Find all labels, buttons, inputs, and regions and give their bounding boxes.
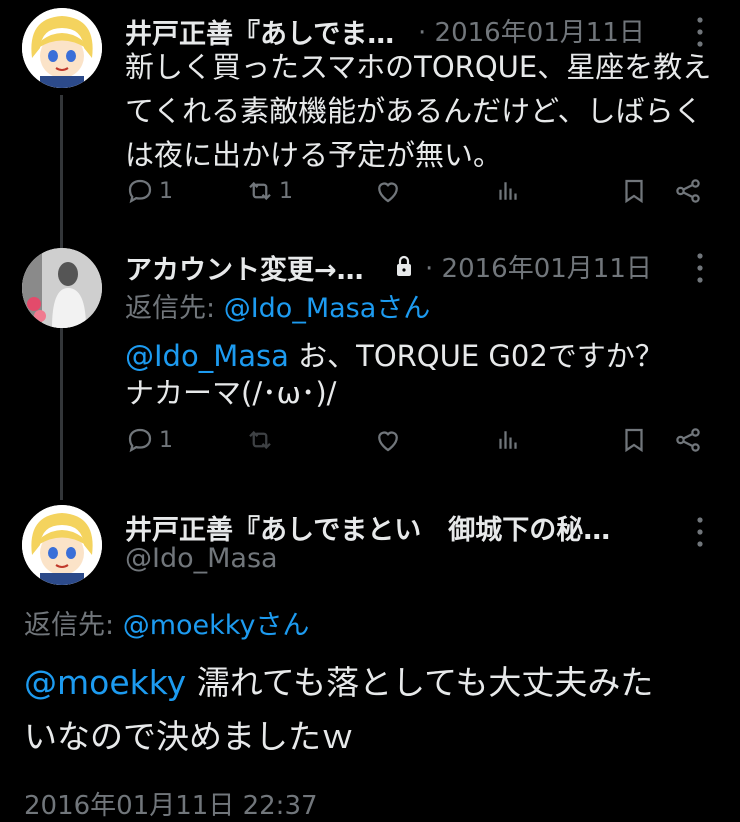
reply-count: 1 [159, 178, 173, 204]
reply-to-handle[interactable]: @Ido_Masaさん [224, 293, 431, 324]
avatar[interactable] [22, 505, 102, 585]
bookmark-icon [625, 179, 643, 204]
reply-icon [128, 428, 152, 453]
share-icon [676, 179, 700, 203]
more-icon[interactable] [690, 250, 710, 286]
share-button[interactable] [673, 176, 703, 206]
like-icon [378, 182, 398, 203]
author-name[interactable]: 井戸正善『あしでまとい 御城下の秘… [125, 508, 610, 547]
reply-count: 1 [159, 427, 173, 453]
tweet-text-line: ナカーマ(/･ω･)/ [125, 376, 337, 410]
retweet-count: 1 [279, 178, 293, 204]
tweet-text-line: お、TORQUE G02ですか？ [288, 339, 664, 373]
tweet-timestamp[interactable]: 2016年01月11日 22:37 [24, 785, 318, 822]
reply-to-label: 返信先: [125, 293, 216, 324]
views-button[interactable] [493, 425, 523, 455]
tweet-text: @moekky 濡れても落としても大丈夫みた [24, 656, 653, 704]
bookmark-button[interactable] [619, 425, 649, 455]
tweet-text-line: 濡れても落としても大丈夫みた [186, 663, 654, 702]
share-icon [676, 428, 700, 452]
retweet-button[interactable] [245, 425, 275, 455]
avatar[interactable] [22, 8, 102, 88]
views-icon [499, 182, 517, 200]
tweet-text-line: いなので決めましたｗ [24, 717, 354, 756]
like-icon [378, 431, 398, 452]
views-icon [499, 431, 517, 449]
like-button[interactable] [373, 176, 403, 206]
reply-button[interactable]: 1 [125, 176, 173, 206]
like-button[interactable] [373, 425, 403, 455]
views-button[interactable] [493, 176, 523, 206]
retweet-icon [249, 181, 271, 201]
tweet-date[interactable]: · 2016年01月11日 [418, 12, 645, 49]
reply-icon [128, 179, 152, 204]
bookmark-button[interactable] [619, 176, 649, 206]
reply-to-label: 返信先: [24, 610, 115, 641]
share-button[interactable] [673, 425, 703, 455]
reply-to-handle[interactable]: @moekkyさん [123, 610, 310, 641]
mention-link[interactable]: @Ido_Masa [125, 339, 289, 373]
author-name[interactable]: アカウント変更→… [125, 248, 364, 287]
lock-icon [397, 255, 411, 276]
retweet-icon [249, 430, 271, 450]
author-handle[interactable]: @Ido_Masa [125, 543, 278, 574]
mention-link[interactable]: @moekky [24, 663, 186, 702]
bookmark-icon [625, 428, 643, 453]
tweet-text: 新しく買ったスマホのTORQUE、星座を教えてくれる素敵機能があるんだけど、しば… [125, 50, 712, 172]
retweet-button[interactable]: 1 [245, 176, 293, 206]
more-icon[interactable] [690, 514, 710, 550]
avatar[interactable] [22, 248, 102, 328]
tweet-date[interactable]: · 2016年01月11日 [425, 248, 652, 285]
reply-button[interactable]: 1 [125, 425, 173, 455]
